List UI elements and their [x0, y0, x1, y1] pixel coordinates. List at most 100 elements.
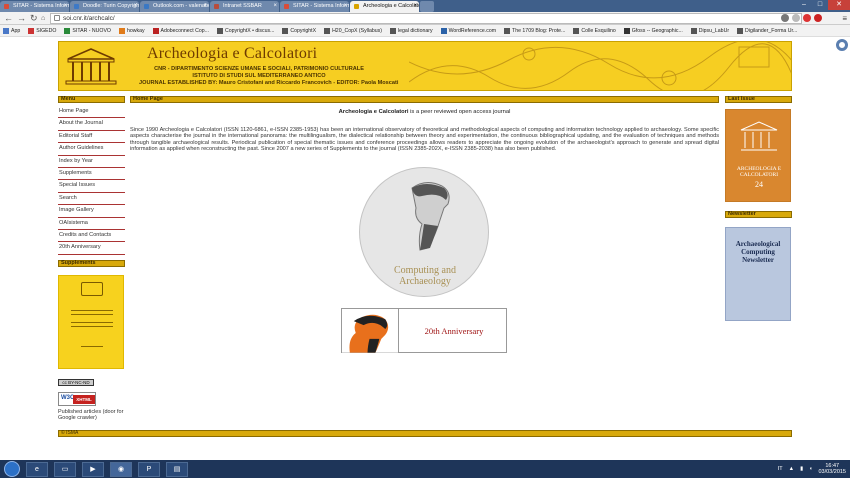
left-sidebar: Menu Home Page About the Journal Editorial… [58, 96, 125, 422]
powerpoint-icon[interactable]: P [138, 461, 160, 477]
forward-icon[interactable]: → [17, 14, 26, 23]
menu-item-special-issues[interactable]: Special Issues [58, 180, 125, 193]
tab-label: Outlook.com - valenabo... [153, 3, 209, 9]
tab-close-icon[interactable]: × [413, 1, 417, 12]
bookmark-item[interactable]: CopyrightX • discus... [217, 27, 274, 34]
browser-tab[interactable]: SITAR - Sistema Informat...× [0, 1, 69, 12]
menu-item-author-guidelines[interactable]: Author Guidelines [58, 143, 125, 156]
supplements-cover-image[interactable] [58, 274, 124, 369]
bookmark-item[interactable]: legal dictionary [389, 27, 433, 34]
bookmark-label: Digilander_Forma Ur... [745, 27, 798, 34]
settings-gear-icon[interactable] [836, 39, 848, 51]
main-content: Home Page Archeologia e Calcolatori is a… [130, 96, 719, 353]
menu-item-home-page[interactable]: Home Page [58, 106, 125, 119]
tab-close-icon[interactable]: × [273, 1, 277, 12]
cover-title: ARCHEOLOGIA E CALCOLATORI [736, 166, 782, 178]
published-articles-link[interactable]: Published articles (door for Google craw… [58, 409, 124, 422]
star-icon[interactable] [792, 14, 800, 22]
maximize-button[interactable]: □ [812, 0, 828, 10]
minimize-button[interactable]: – [796, 0, 812, 10]
bookmark-item[interactable]: Colle Esquilino [573, 27, 616, 34]
menu-item-oaisistema[interactable]: OAIsistema [58, 218, 125, 230]
bookmark-favicon-icon [324, 27, 331, 34]
menu-item-search[interactable]: Search [58, 193, 125, 206]
reload-icon[interactable]: ↻ [30, 14, 38, 23]
menu-item-credits-and-contacts[interactable]: Credits and Contacts [58, 230, 125, 243]
bookmark-label: Gfoss -- Geographic... [631, 27, 683, 34]
close-window-button[interactable]: ✕ [828, 0, 850, 10]
bookmark-item[interactable]: Adobeconnect Cop... [152, 27, 209, 34]
tab-close-icon[interactable]: × [133, 1, 137, 12]
tab-favicon-icon [4, 4, 9, 9]
menu-heading: Menu [58, 96, 125, 103]
bookmark-item[interactable]: App [3, 27, 20, 34]
tab-close-icon[interactable]: × [343, 1, 347, 12]
bookmark-item[interactable]: WordReference.com [440, 27, 497, 34]
explorer-folder-icon[interactable]: ▭ [54, 461, 76, 477]
browser-tab[interactable]: Doodle: Turin Copyright...× [70, 1, 139, 12]
anniversary-banner[interactable]: 20th Anniversary [341, 308, 507, 353]
remote-desktop-icon[interactable]: ▤ [166, 461, 188, 477]
bookmark-item[interactable]: H20_CopX (Syllabus) [324, 27, 382, 34]
translate-icon[interactable] [781, 14, 789, 22]
header-line-1: CNR - DIPARTIMENTO SCIENZE UMANE E SOCIA… [154, 66, 364, 72]
cover-number: 24 [755, 180, 763, 189]
extension-icon[interactable] [803, 14, 811, 22]
menu-item-20th-anniversary[interactable]: 20th Anniversary [58, 242, 125, 255]
menu-item-editorial-staff[interactable]: Editorial Staff [58, 131, 125, 144]
bookmark-item[interactable]: SITAR - NUOVO [64, 27, 111, 34]
bookmark-item[interactable]: Dipsu_LabUr [690, 27, 730, 34]
new-tab-button[interactable] [420, 1, 434, 12]
menu-item-about-the-journal[interactable]: About the Journal [58, 118, 125, 131]
language-indicator[interactable]: IT [778, 466, 783, 472]
site-title: Archeologia e Calcolatori [147, 45, 318, 62]
browser-tab[interactable]: SITAR - Sistema Informat...× [280, 1, 349, 12]
menu-item-index-by-year[interactable]: Index by Year [58, 156, 125, 168]
menu-item-supplements[interactable]: Supplements [58, 168, 125, 181]
bookmark-item[interactable]: Digilander_Forma Ur... [737, 27, 798, 34]
logo-text-1: Computing and [394, 265, 456, 276]
browser-tab[interactable]: Archeologia e Calcolator...× [350, 1, 419, 12]
bookmark-item[interactable]: SIGEDO [28, 27, 56, 34]
w3c-xhtml-badge[interactable]: W3C XHTML 1.0 ✓ [58, 391, 96, 411]
bookmark-item[interactable]: CopyrightX [282, 27, 316, 34]
newsletter-cover[interactable]: Archaeological Computing Newsletter [725, 227, 791, 321]
extension-icon-2[interactable] [814, 14, 822, 22]
menu-list: Home Page About the Journal Editorial Staf… [58, 106, 125, 255]
bookmark-label: Adobeconnect Cop... [160, 27, 209, 34]
bookmark-favicon-icon [623, 27, 630, 34]
creative-commons-badge[interactable]: cc BY-NC-ND [58, 378, 94, 386]
bookmark-label: The 1709 Blog: Prote... [512, 27, 566, 34]
network-icon[interactable]: ▮ [800, 466, 803, 472]
cover-line [71, 309, 113, 311]
menu-icon[interactable]: ≡ [842, 14, 847, 23]
menu-item-image-gallery[interactable]: Image Gallery [58, 205, 125, 218]
bookmark-label: Dipsu_LabUr [698, 27, 730, 34]
address-bar[interactable]: soi.cnr.it/archcalc/ [50, 13, 802, 24]
bookmark-item[interactable]: Gfoss -- Geographic... [623, 27, 683, 34]
bookmark-item[interactable]: The 1709 Blog: Prote... [504, 27, 566, 34]
bookmark-item[interactable]: howkay [118, 27, 145, 34]
newsletter-title: Archaeological Computing Newsletter [735, 240, 781, 264]
bookmark-label: howkay [126, 27, 145, 34]
browser-tab[interactable]: Intranet SSBAR × [210, 1, 279, 12]
cover-line [71, 313, 113, 315]
clock[interactable]: 16:47 03/03/2015 [818, 463, 846, 475]
tray-arrow-icon[interactable]: ▲ [789, 466, 794, 472]
ie-icon[interactable]: e [26, 461, 48, 477]
back-icon[interactable]: ← [4, 14, 13, 23]
chrome-icon[interactable]: ◉ [110, 461, 132, 477]
start-button[interactable] [4, 461, 20, 477]
url-text: soi.cnr.it/archcalc/ [63, 15, 115, 22]
bookmark-label: WordReference.com [448, 27, 497, 34]
volume-icon[interactable]: ◖ [809, 466, 812, 472]
greek-head-icon [411, 182, 450, 251]
media-player-icon[interactable]: ▶ [82, 461, 104, 477]
site-banner: Archeologia e Calcolatori CNR - DIPARTIM… [58, 41, 792, 91]
last-issue-cover[interactable]: ARCHEOLOGIA E CALCOLATORI 24 [725, 109, 791, 202]
browser-tab[interactable]: Outlook.com - valenabo...× [140, 1, 209, 12]
tab-close-icon[interactable]: × [203, 1, 207, 12]
badges: cc BY-NC-ND W3C XHTML 1.0 ✓ Published ar… [58, 378, 125, 422]
home-icon[interactable]: ⌂ [41, 14, 45, 23]
tab-close-icon[interactable]: × [63, 1, 67, 12]
